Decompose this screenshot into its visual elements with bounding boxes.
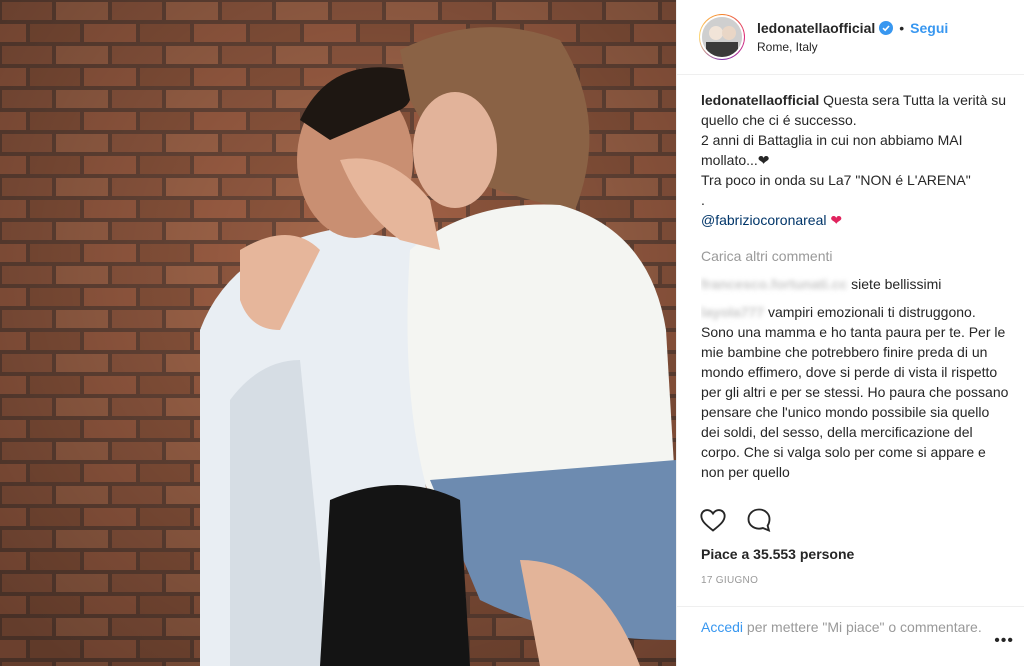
caption-line-2: 2 anni di Battaglia in cui non abbiamo M… [701, 132, 963, 168]
heart-emoji: ❤ [830, 212, 843, 228]
login-prompt: Accedi per mettere "Mi piace" o commenta… [677, 606, 1024, 637]
caption-line-4: . [701, 192, 705, 208]
comment-item: layola777 vampiri emozionali ti distrugg… [701, 302, 1010, 482]
comment-icon[interactable] [745, 506, 773, 534]
photo-image [0, 0, 676, 666]
avatar-image [700, 15, 744, 59]
comment-item: francesco.fortunati.cc siete bellissimi [701, 274, 1010, 294]
post-location[interactable]: Rome, Italy [757, 40, 948, 54]
comment-username[interactable]: francesco.fortunati.cc [701, 276, 847, 292]
header-separator: • [899, 20, 905, 36]
comment-text: siete bellissimi [851, 276, 942, 292]
post-photo[interactable] [0, 0, 676, 666]
caption-line-3: Tra poco in onda su La7 "NON é L'ARENA" [701, 172, 971, 188]
header-username[interactable]: ledonatellaofficial [757, 20, 875, 36]
heart-icon[interactable] [699, 506, 727, 534]
more-options-icon[interactable]: ••• [994, 632, 1014, 650]
comment-username[interactable]: layola777 [701, 304, 764, 320]
load-more-comments[interactable]: Carica altri commenti [701, 246, 1010, 266]
action-bar [699, 506, 773, 534]
profile-avatar[interactable] [699, 14, 745, 60]
instagram-post: ledonatellaofficial • Segui Rome, Italy … [0, 0, 1024, 666]
caption-username[interactable]: ledonatellaofficial [701, 92, 819, 108]
caption: ledonatellaofficial Questa sera Tutta la… [701, 90, 1010, 230]
comments-list[interactable]: ledonatellaofficial Questa sera Tutta la… [701, 90, 1010, 495]
post-header: ledonatellaofficial • Segui Rome, Italy [677, 0, 1024, 75]
login-link[interactable]: Accedi [701, 619, 743, 635]
caption-mention[interactable]: @fabriziocoronareal [701, 212, 827, 228]
follow-button[interactable]: Segui [910, 20, 948, 36]
comment-text: vampiri emozionali ti distruggono. Sono … [701, 304, 1009, 480]
login-prompt-text: per mettere "Mi piace" o commentare. [746, 619, 982, 635]
post-date: 17 GIUGNO [701, 575, 759, 586]
verified-badge-icon [879, 21, 894, 35]
likes-count[interactable]: Piace a 35.553 persone [701, 546, 854, 562]
post-sidebar: ledonatellaofficial • Segui Rome, Italy … [676, 0, 1024, 666]
